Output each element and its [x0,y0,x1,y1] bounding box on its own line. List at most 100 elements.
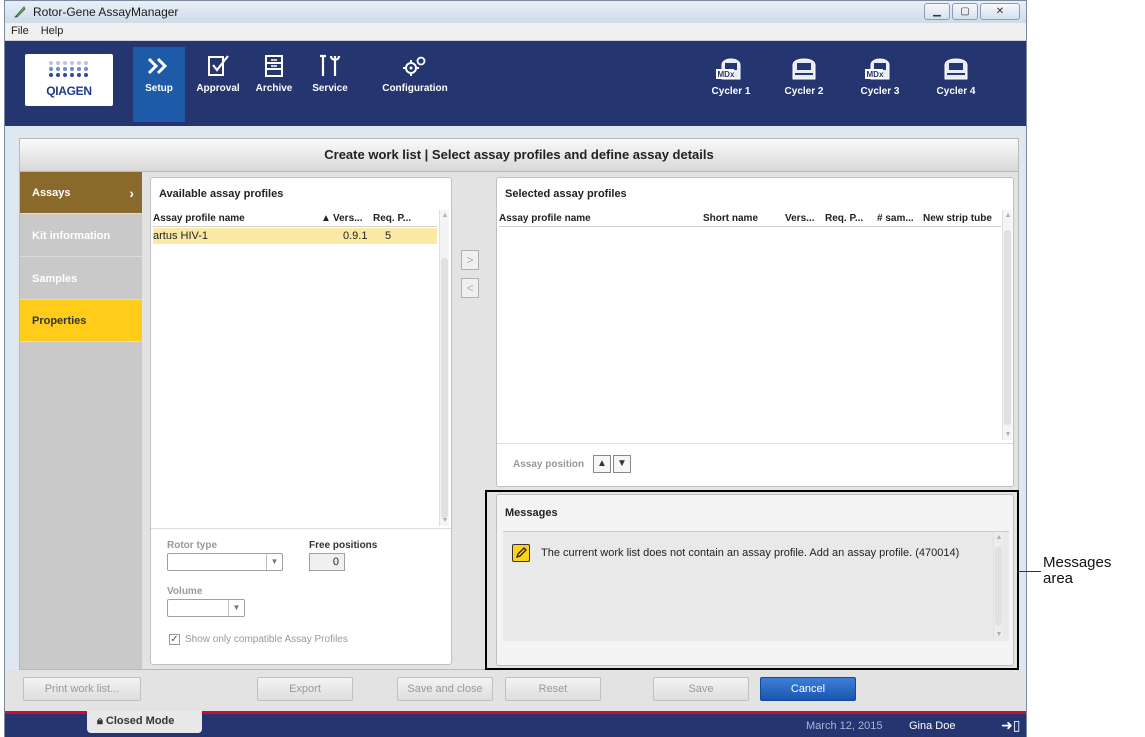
annotation-leader-line [1019,571,1041,572]
volume-label: Volume [167,586,203,597]
pencil-icon [512,544,530,562]
cycler-3-label: Cycler 3 [860,86,900,97]
qiagen-logo: QIAGEN [25,54,113,106]
message-text: The current work list does not contain a… [541,547,960,559]
window-title: Rotor-Gene AssayManager [33,5,179,19]
main-content: Assays › Kit information Samples Propert… [19,172,1019,670]
save-and-close-button[interactable]: Save and close [397,677,493,701]
cycler-1-label: Cycler 1 [711,86,751,97]
annotation-line-2: area [1043,570,1074,587]
service-icon [320,54,341,76]
move-down-button[interactable]: ▼ [613,455,631,473]
tab-archive-label: Archive [255,83,293,94]
save-button[interactable]: Save [653,677,749,701]
compatible-label: Show only compatible Assay Profiles [185,634,348,645]
status-bar: 🔒︎ Closed Mode March 12, 2015 Gina Doe ➜… [5,711,1026,737]
row-version: 0.9.1 [343,230,368,242]
action-bar: Print work list... Export Save and close… [5,670,1026,711]
tab-configuration[interactable]: Configuration [375,47,455,122]
closed-mode-label: Closed Mode [105,715,175,727]
cycler-2-label: Cycler 2 [784,86,824,97]
tab-approval[interactable]: Approval [193,47,243,122]
nav-assays[interactable]: Assays › [20,172,142,214]
col-short-name[interactable]: Short name [703,213,758,224]
col-assay-profile-name[interactable]: Assay profile name [499,213,591,224]
nav-properties[interactable]: Properties [20,300,142,342]
lock-icon: 🔒︎ [97,715,103,727]
tab-service-label: Service [312,83,348,94]
col-version[interactable]: Vers... [785,213,814,224]
available-scrollbar[interactable]: ▲ ▼ [439,210,449,526]
chevron-down-icon: ▼ [617,458,627,469]
menu-bar: File Help [5,23,1026,41]
archive-icon [265,55,283,77]
tab-setup[interactable]: Setup [133,47,185,122]
cycler-2[interactable]: Cycler 2 [769,47,839,122]
remove-profile-button[interactable]: < [461,278,479,298]
col-req-p[interactable]: Req. P... [373,213,411,224]
annotation-line-1: Messages [1043,554,1112,571]
nav-kit-label: Kit information [32,230,111,242]
nav-samples[interactable]: Samples [20,258,142,300]
volume-select[interactable]: ▼ [167,599,245,617]
menu-help[interactable]: Help [35,23,70,37]
print-work-list-button[interactable]: Print work list... [23,677,141,701]
cancel-button[interactable]: Cancel [760,677,856,701]
tab-archive[interactable]: Archive [251,47,297,122]
row-name: artus HIV-1 [153,230,209,242]
reset-button[interactable]: Reset [505,677,601,701]
scroll-down-icon: ▼ [995,631,1003,638]
chevron-down-icon: ▼ [228,600,244,616]
available-profiles-panel: Available assay profiles Assay profile n… [150,177,452,665]
available-table-header: Assay profile name ▲ Vers... Req. P... [153,210,437,227]
cycler-icon [792,58,816,80]
table-row[interactable]: artus HIV-1 0.9.1 5 [153,228,437,244]
messages-panel: Messages The current work list does not … [496,494,1014,666]
sort-asc-icon: ▲ [321,213,331,224]
scroll-up-icon: ▲ [1004,212,1012,219]
cycler-1[interactable]: MDx Cycler 1 [696,47,766,122]
logo-dots-icon [49,61,88,77]
selected-title: Selected assay profiles [505,188,627,200]
col-new-strip-tube[interactable]: New strip tube [923,213,992,224]
col-version[interactable]: Vers... [333,213,362,224]
logout-icon[interactable]: ➜▯ [1001,717,1020,734]
cycler-4-label: Cycler 4 [936,86,976,97]
nav-kit-information[interactable]: Kit information [20,215,142,257]
col-assay-profile-name[interactable]: Assay profile name [153,213,245,224]
messages-scrollbar[interactable]: ▲ ▼ [993,532,1003,640]
chevron-up-icon: ▲ [597,458,607,469]
svg-text:MDx: MDx [867,70,884,79]
status-user: Gina Doe [909,720,956,732]
scroll-down-icon: ▼ [1004,431,1012,438]
scroll-up-icon: ▲ [995,534,1003,541]
setup-icon [147,57,168,75]
free-positions-label: Free positions [309,540,378,551]
menu-file[interactable]: File [5,23,35,37]
minimize-icon: ▁ [933,6,941,17]
col-req-p[interactable]: Req. P... [825,213,863,224]
annotation-label: Messages area [1043,555,1111,587]
cycler-mdx-icon: MDx [865,58,890,80]
maximize-button[interactable]: ▢ [952,3,978,20]
selected-scrollbar[interactable]: ▲ ▼ [1002,210,1012,440]
cycler-4[interactable]: Cycler 4 [921,47,991,122]
close-button[interactable]: ✕ [980,3,1020,20]
title-bar: Rotor-Gene AssayManager ▁ ▢ ✕ [5,1,1026,23]
closed-mode-badge: 🔒︎ Closed Mode [87,711,202,733]
tab-setup-label: Setup [145,83,173,94]
cycler-3[interactable]: MDx Cycler 3 [845,47,915,122]
minimize-button[interactable]: ▁ [924,3,950,20]
left-nav: Assays › Kit information Samples Propert… [20,172,142,669]
col-num-samples[interactable]: # sam... [877,213,914,224]
add-profile-button[interactable]: > [461,250,479,270]
move-up-button[interactable]: ▲ [593,455,611,473]
approval-icon [208,55,229,76]
compatible-checkbox[interactable]: ✓ [169,634,180,645]
tab-service[interactable]: Service [307,47,353,122]
available-title: Available assay profiles [159,188,284,200]
rotor-type-select[interactable]: ▼ [167,553,283,571]
export-button[interactable]: Export [257,677,353,701]
nav-properties-label: Properties [32,315,87,327]
svg-text:MDx: MDx [718,70,735,79]
